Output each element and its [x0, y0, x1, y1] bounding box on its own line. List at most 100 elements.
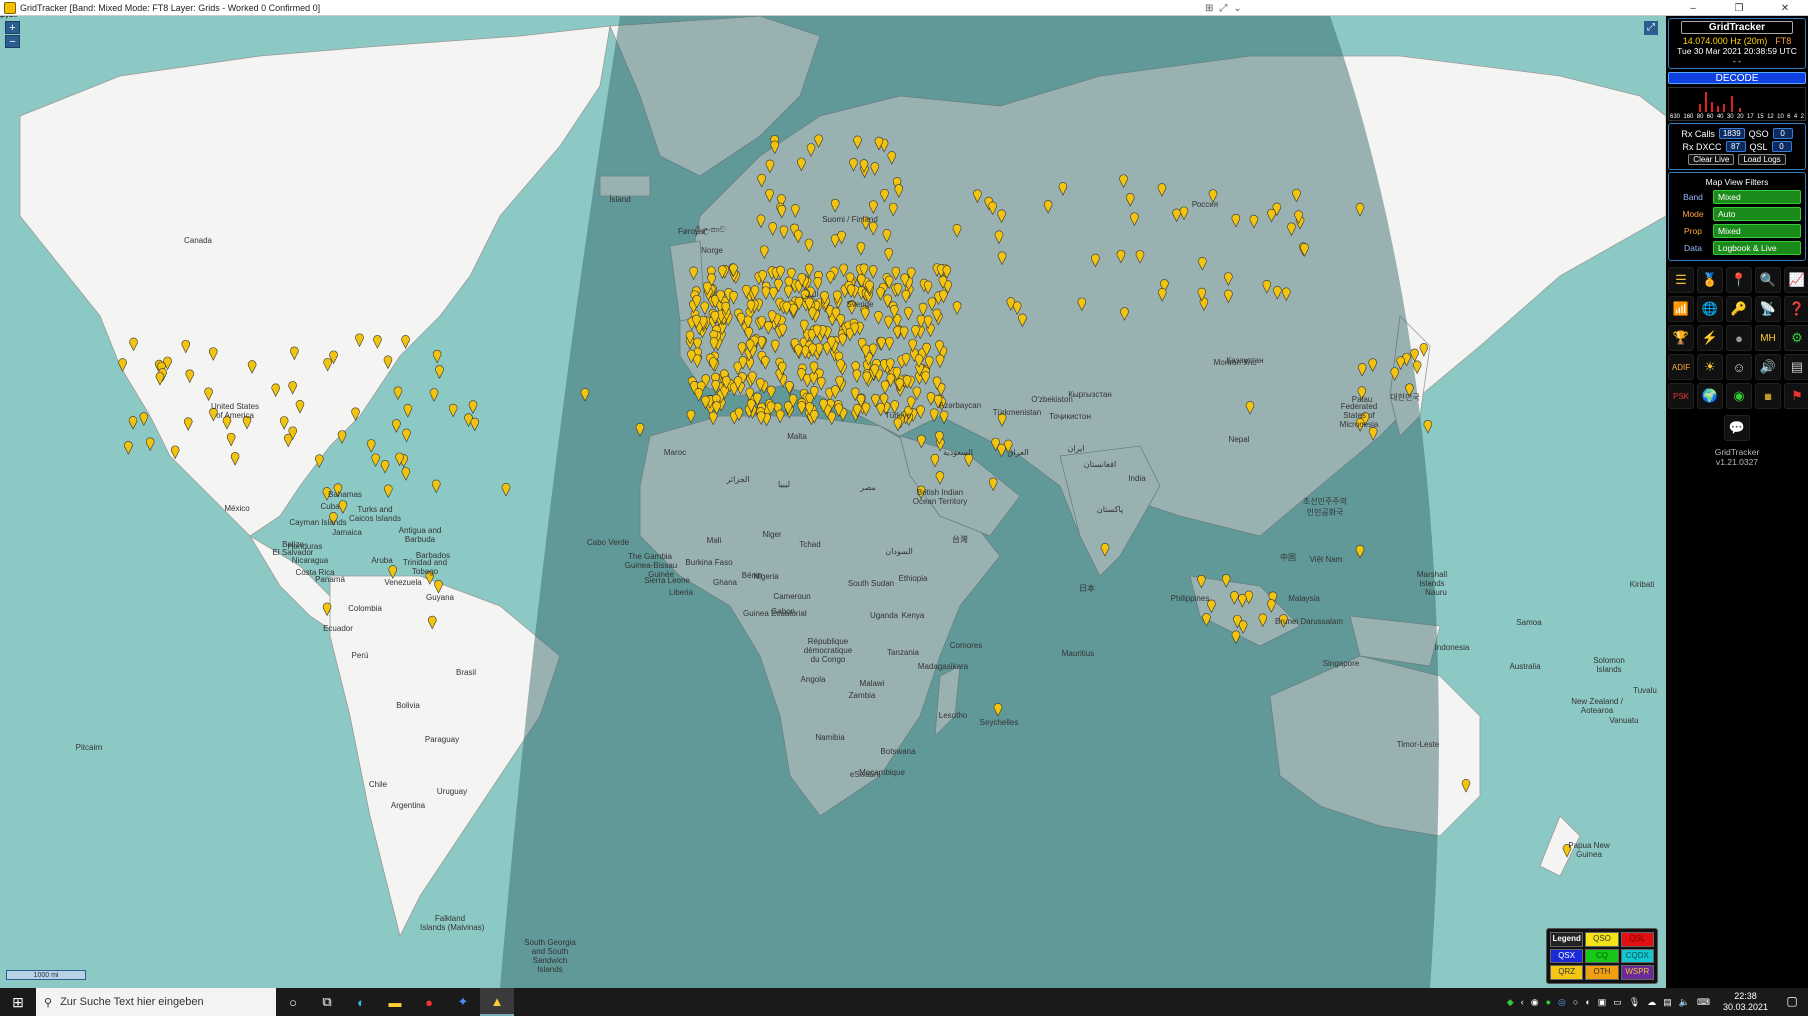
- notification-icon[interactable]: ▢: [1784, 994, 1800, 1010]
- taskbar-clock[interactable]: 22:38 30.03.2021: [1723, 991, 1768, 1013]
- edge-icon[interactable]: ◐: [344, 988, 378, 1016]
- filter-data-label: Data: [1684, 243, 1702, 253]
- legend-qrz[interactable]: QRZ: [1550, 965, 1584, 980]
- map-label: United States of America: [210, 402, 260, 420]
- windows-start-button[interactable]: ⊞: [0, 988, 36, 1016]
- gridtracker-taskbar-icon[interactable]: ▲: [480, 988, 514, 1016]
- map-label: Federated States of Micronesia: [1339, 402, 1379, 429]
- radio-icon[interactable]: 📡: [1755, 296, 1781, 322]
- globe-grid-icon[interactable]: 🌍: [1697, 383, 1723, 409]
- map-label: Türkmenistan: [992, 408, 1042, 417]
- globe-icon[interactable]: 🌐: [1697, 296, 1723, 322]
- pin-icon[interactable]: 📍: [1726, 267, 1752, 293]
- trophy-icon[interactable]: 🏆: [1668, 325, 1694, 351]
- file-explorer-icon[interactable]: ▬: [378, 988, 412, 1016]
- zoom-out-button[interactable]: −: [5, 35, 20, 48]
- legend-qsx[interactable]: QSX: [1550, 948, 1584, 964]
- legend-qso[interactable]: QSO: [1585, 932, 1619, 947]
- grid-marker: [402, 428, 411, 443]
- map-label: Niger: [762, 530, 782, 539]
- speaker-icon[interactable]: 🔊: [1755, 354, 1781, 380]
- grid-toggle-icon[interactable]: ⊞: [1205, 3, 1213, 14]
- chart-icon[interactable]: 📈: [1784, 267, 1808, 293]
- legend-wspr[interactable]: WSPR: [1620, 965, 1654, 980]
- world-map[interactable]: + − ⤢ 1000 mi Canada United States of Ame…: [0, 16, 1666, 988]
- lightning-icon[interactable]: ⚡: [1697, 325, 1723, 351]
- filter-prop-select[interactable]: Mixed: [1713, 224, 1801, 238]
- microphone-icon[interactable]: 🎙: [1629, 997, 1640, 1008]
- load-logs-button[interactable]: Load Logs: [1738, 154, 1786, 165]
- wifi-icon[interactable]: 📶: [1668, 296, 1694, 322]
- scale-bar: 1000 mi: [6, 970, 86, 980]
- spectrum-axis: 630 160 80 60 40 30 20 17 15 12 10 6 4 2: [1669, 114, 1805, 120]
- close-button[interactable]: ✕: [1762, 0, 1808, 16]
- app-compass-icon[interactable]: ✦: [446, 988, 480, 1016]
- map-label: Nauru: [1425, 588, 1447, 597]
- spectrum-tick: 2: [1800, 114, 1804, 120]
- map-label: السعودية: [943, 448, 973, 457]
- map-label: Cabo Verde: [586, 538, 630, 547]
- chat-icon[interactable]: 💬: [1724, 415, 1750, 441]
- moon-icon[interactable]: ●: [1726, 325, 1752, 351]
- tray-icon-7[interactable]: ▣: [1598, 997, 1607, 1008]
- stats-icon[interactable]: ▤: [1784, 354, 1808, 380]
- legend-oth[interactable]: OTH: [1585, 965, 1619, 980]
- maidenhead-icon[interactable]: MH: [1755, 325, 1781, 351]
- chevron-left-icon[interactable]: ‹: [1521, 997, 1524, 1007]
- cloud-icon[interactable]: ☁: [1647, 997, 1656, 1008]
- sun-icon[interactable]: ☀: [1697, 354, 1723, 380]
- map-label: Perú: [351, 651, 369, 660]
- grid-marker: [393, 386, 403, 401]
- tray-icon-5[interactable]: ○: [1573, 997, 1578, 1007]
- app-red-icon[interactable]: ●: [412, 988, 446, 1016]
- window-titlebar: GridTracker [Band: Mixed Mode: FT8 Layer…: [0, 0, 1808, 16]
- zoom-in-button[interactable]: +: [5, 21, 20, 34]
- key-icon[interactable]: 🔑: [1726, 296, 1752, 322]
- map-label: Venezuela: [384, 578, 422, 587]
- tray-icon-2[interactable]: ◉: [1531, 997, 1539, 1008]
- grid-marker: [429, 388, 439, 402]
- map-label: Ecuador: [323, 624, 353, 633]
- minimize-button[interactable]: –: [1670, 0, 1716, 16]
- tray-icon-1[interactable]: ◆: [1507, 997, 1514, 1008]
- tray-icon-4[interactable]: ◎: [1558, 997, 1566, 1008]
- expand-icon[interactable]: ⤢: [1219, 3, 1227, 14]
- tray-icon-6[interactable]: ◐: [1585, 997, 1590, 1007]
- legend-cqdx[interactable]: CQDX: [1620, 948, 1654, 964]
- utc-datetime: Tue 30 Mar 2021 20:38:59 UTC: [1677, 46, 1797, 56]
- legend-cq[interactable]: CQ: [1585, 948, 1619, 964]
- map-label: Turks and Caicos Islands: [348, 505, 402, 523]
- tray-icon-3[interactable]: ●: [1546, 997, 1551, 1007]
- tracker-icon[interactable]: ◉: [1726, 383, 1752, 409]
- grid-icon[interactable]: ▦: [1755, 383, 1781, 409]
- filter-mode-select[interactable]: Auto: [1713, 207, 1801, 221]
- clear-live-button[interactable]: Clear Live: [1688, 154, 1735, 165]
- taskbar-search[interactable]: ⚲ Zur Suche Text hier eingeben: [36, 988, 276, 1016]
- map-label: Malawi: [859, 679, 885, 688]
- network-icon[interactable]: ▤: [1663, 997, 1672, 1008]
- help-icon[interactable]: ❓: [1784, 296, 1808, 322]
- settings-icon[interactable]: ⚙: [1784, 325, 1808, 351]
- decode-button[interactable]: DECODE: [1668, 72, 1806, 84]
- task-view-icon[interactable]: ⧉: [310, 988, 344, 1016]
- cortana-icon[interactable]: ○: [276, 988, 310, 1016]
- person-icon[interactable]: ☺: [1726, 354, 1752, 380]
- lookup-icon[interactable]: 🔍: [1755, 267, 1781, 293]
- filter-data-select[interactable]: Logbook & Live: [1713, 241, 1801, 255]
- chevron-down-icon[interactable]: ⌄: [1233, 3, 1241, 14]
- antenna-icon[interactable]: ⚑: [1784, 383, 1808, 409]
- filter-band-select[interactable]: Mixed: [1713, 190, 1801, 204]
- adif-icon[interactable]: ADIF: [1668, 354, 1694, 380]
- maximize-button[interactable]: ❐: [1716, 0, 1762, 16]
- map-label: Azərbaycan: [938, 401, 982, 410]
- volume-icon[interactable]: 🔈: [1679, 997, 1690, 1008]
- psk-icon[interactable]: PSK: [1668, 383, 1694, 409]
- map-label: Samoa: [1516, 618, 1542, 627]
- award-icon[interactable]: 🏅: [1697, 267, 1723, 293]
- keyboard-icon[interactable]: ⌨: [1697, 997, 1710, 1008]
- roster-icon[interactable]: ☰: [1668, 267, 1694, 293]
- legend-qsl[interactable]: QSL: [1620, 932, 1654, 947]
- tray-icon-8[interactable]: ▭: [1613, 997, 1622, 1008]
- fullscreen-button[interactable]: ⤢: [1644, 21, 1658, 35]
- map-label: Indonesia: [1434, 643, 1470, 652]
